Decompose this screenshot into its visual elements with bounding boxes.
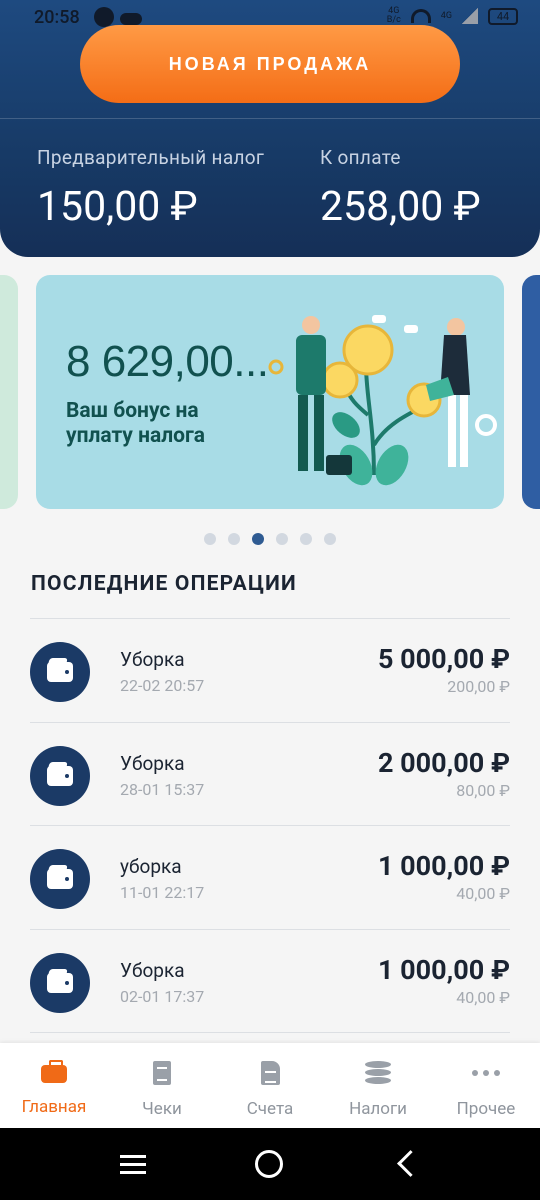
carousel-dot[interactable]	[228, 533, 240, 545]
carousel-card-next[interactable]	[522, 275, 540, 509]
battery-icon: 44	[488, 7, 518, 25]
carousel-card-prev[interactable]	[0, 275, 18, 509]
recent-apps-icon[interactable]	[120, 1150, 150, 1180]
document-icon	[260, 1061, 280, 1085]
signal-icon	[462, 8, 478, 24]
to-pay-label: К оплате	[320, 146, 401, 169]
operation-tax: 200,00 ₽	[447, 677, 510, 696]
operation-title: уборка	[120, 855, 182, 878]
system-navigation-bar	[0, 1128, 540, 1200]
bonus-amount: 8 629,00...	[66, 337, 269, 386]
operation-title: Уборка	[120, 959, 185, 982]
prelim-tax-value: 150,00 ₽	[37, 183, 198, 231]
prelim-tax-block[interactable]: Предварительный налог 150,00 ₽	[37, 146, 264, 231]
recent-operations-title: ПОСЛЕДНИЕ ОПЕРАЦИИ	[31, 572, 297, 596]
wallet-icon	[30, 642, 90, 702]
wallet-icon	[30, 953, 90, 1013]
promo-carousel[interactable]: 8 629,00... Ваш бонус на уплату налога	[0, 275, 540, 509]
new-sale-button[interactable]: НОВАЯ ПРОДАЖА	[80, 25, 460, 103]
cloud-notification-icon	[120, 12, 142, 25]
money-tree-illustration	[268, 315, 497, 486]
to-pay-block[interactable]: К оплате 258,00 ₽	[320, 146, 481, 231]
operation-tax: 80,00 ₽	[456, 781, 510, 800]
operation-title: Уборка	[120, 752, 185, 775]
signal-label: 4G	[440, 10, 452, 21]
carousel-pagination	[0, 533, 540, 545]
nav-label: Счета	[246, 1099, 294, 1119]
status-time: 20:58	[34, 7, 80, 28]
wallet-icon	[30, 746, 90, 806]
network-indicator: 4G B/c	[386, 6, 401, 25]
header-panel: 20:58 4G B/c 4G 44 НОВАЯ ПРОДАЖА Предвар…	[0, 0, 540, 257]
nav-label: Главная	[21, 1097, 87, 1117]
list-divider	[30, 1032, 510, 1033]
nav-item-home[interactable]: Главная	[0, 1043, 108, 1128]
operation-title: Уборка	[120, 648, 185, 671]
carousel-dot[interactable]	[276, 533, 288, 545]
operation-tax: 40,00 ₽	[456, 988, 510, 1007]
operation-row[interactable]: Уборка 22-02 20:57 5 000,00 ₽ 200,00 ₽	[0, 619, 540, 722]
operation-amount: 1 000,00 ₽	[377, 850, 510, 882]
carousel-dot[interactable]	[204, 533, 216, 545]
nav-item-more[interactable]: Прочее	[432, 1043, 540, 1128]
carousel-dot[interactable]	[324, 533, 336, 545]
wallet-icon	[30, 849, 90, 909]
prelim-tax-label: Предварительный налог	[37, 146, 265, 169]
operation-tax: 40,00 ₽	[456, 884, 510, 903]
more-icon	[471, 1061, 501, 1085]
operation-row[interactable]: уборка 11-01 22:17 1 000,00 ₽ 40,00 ₽	[0, 826, 540, 929]
receipt-icon	[153, 1061, 171, 1085]
wifi-icon	[410, 9, 431, 23]
operation-date: 28-01 15:37	[120, 780, 205, 799]
nav-label: Прочее	[456, 1099, 516, 1119]
operation-amount: 2 000,00 ₽	[377, 747, 510, 779]
operation-date: 02-01 17:37	[120, 987, 205, 1006]
nav-label: Чеки	[142, 1099, 182, 1119]
music-notification-icon	[94, 7, 114, 27]
coins-icon	[365, 1061, 391, 1085]
bottom-navigation: Главная Чеки Счета Налоги Прочее	[0, 1043, 540, 1128]
to-pay-value: 258,00 ₽	[320, 183, 481, 231]
operation-date: 11-01 22:17	[120, 883, 205, 902]
briefcase-icon	[41, 1060, 67, 1083]
operation-amount: 1 000,00 ₽	[377, 954, 510, 986]
home-icon[interactable]	[255, 1150, 283, 1178]
bonus-card[interactable]: 8 629,00... Ваш бонус на уплату налога	[36, 275, 504, 509]
header-divider	[0, 118, 540, 119]
nav-label: Налоги	[349, 1099, 407, 1119]
operation-date: 22-02 20:57	[120, 676, 205, 695]
operation-row[interactable]: Уборка 28-01 15:37 2 000,00 ₽ 80,00 ₽	[0, 723, 540, 826]
operation-amount: 5 000,00 ₽	[377, 643, 510, 675]
back-icon[interactable]	[395, 1150, 425, 1180]
bonus-text: Ваш бонус на уплату налога	[66, 399, 206, 448]
carousel-dot-active[interactable]	[252, 533, 264, 545]
nav-item-invoices[interactable]: Счета	[216, 1043, 324, 1128]
operation-row[interactable]: Уборка 02-01 17:37 1 000,00 ₽ 40,00 ₽	[0, 930, 540, 1033]
nav-item-receipts[interactable]: Чеки	[108, 1043, 216, 1128]
nav-item-taxes[interactable]: Налоги	[324, 1043, 432, 1128]
carousel-dot[interactable]	[300, 533, 312, 545]
